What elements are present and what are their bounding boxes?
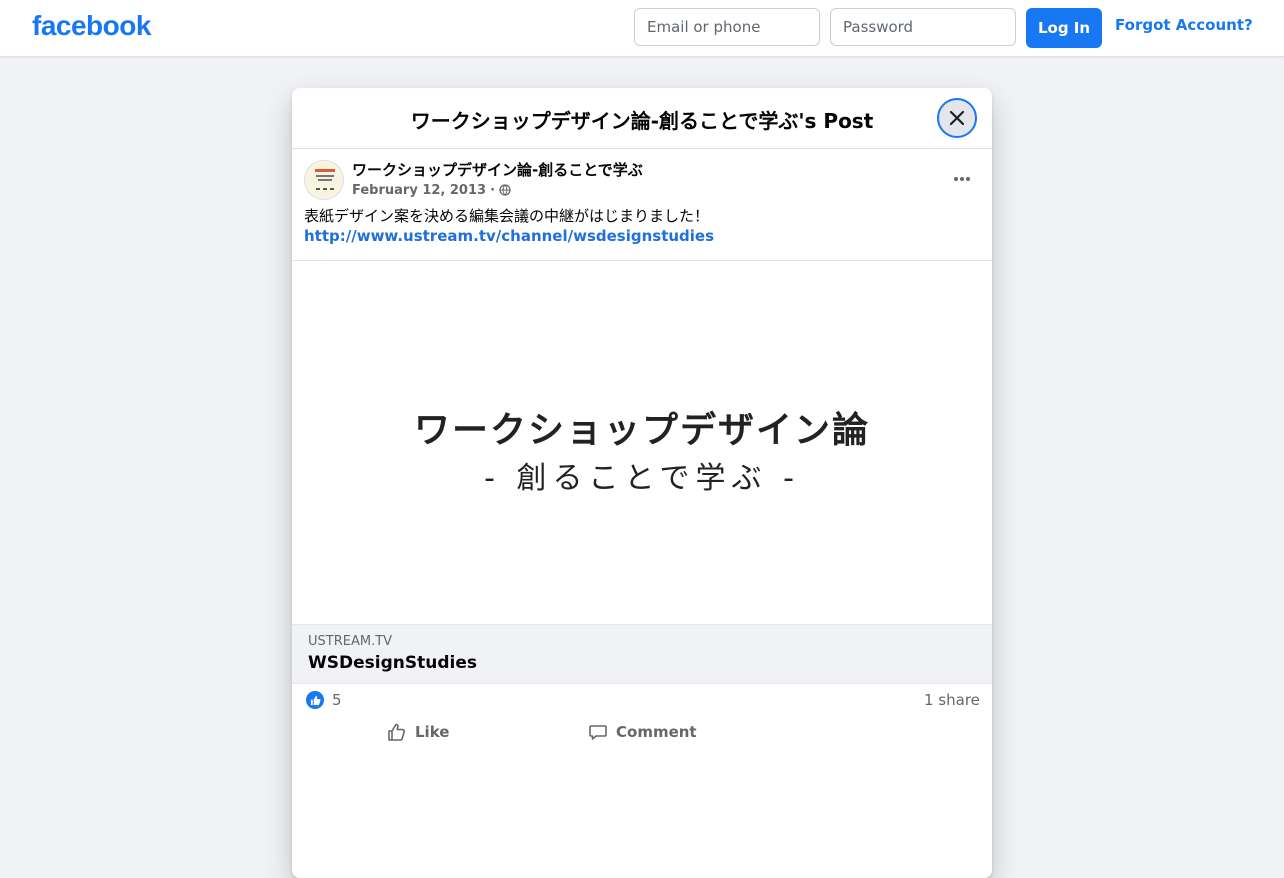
top-navigation-bar: facebook Log In Forgot Account?: [0, 0, 1284, 57]
post-link[interactable]: http://www.ustream.tv/channel/wsdesignst…: [304, 226, 714, 246]
more-options-button[interactable]: [947, 164, 977, 194]
page-avatar[interactable]: [304, 160, 344, 200]
meta-separator: ·: [490, 182, 496, 198]
workshop-design-logo-icon: [305, 161, 343, 199]
like-reaction-icon: [306, 691, 324, 709]
comment-button-label: Comment: [616, 723, 697, 741]
preview-image-title: ワークショップデザイン論: [413, 410, 870, 451]
like-button-label: Like: [415, 723, 450, 741]
post-text: 表紙デザイン案を決める編集会議の中継がはじまりました！: [304, 207, 710, 225]
thumbs-up-icon: [388, 723, 406, 741]
like-count: 5: [332, 691, 342, 709]
close-button[interactable]: [937, 98, 977, 138]
preview-image-subtitle: - 創ることで学ぶ -: [484, 461, 800, 496]
more-horizontal-icon: [954, 177, 970, 181]
dialog-title: ワークショップデザイン論-創ることで学ぶ's Post: [410, 109, 874, 133]
email-field[interactable]: [634, 8, 820, 46]
link-preview-image[interactable]: ワークショップデザイン論 - 創ることで学ぶ -: [292, 260, 992, 625]
forgot-account-link[interactable]: Forgot Account?: [1115, 16, 1253, 34]
post-date[interactable]: February 12, 2013: [352, 183, 486, 198]
login-button[interactable]: Log In: [1026, 8, 1102, 48]
link-preview-caption[interactable]: USTREAM.TV WSDesignStudies: [292, 624, 992, 684]
dialog-header: ワークショップデザイン論-創ることで学ぶ's Post: [292, 88, 992, 149]
post-meta: February 12, 2013 ·: [352, 182, 511, 198]
comment-button[interactable]: Comment: [588, 720, 697, 744]
close-icon: [949, 110, 965, 126]
password-field[interactable]: [830, 8, 1016, 46]
comment-icon: [589, 725, 607, 740]
share-count[interactable]: 1 share: [924, 691, 980, 709]
facebook-logo[interactable]: facebook: [32, 10, 151, 42]
reaction-summary[interactable]: 5: [306, 691, 342, 709]
preview-title: WSDesignStudies: [308, 653, 477, 673]
preview-domain: USTREAM.TV: [308, 634, 393, 649]
post-dialog: ワークショップデザイン論-創ることで学ぶ's Post ワークショップデザイン論…: [292, 88, 992, 878]
globe-icon: [499, 184, 511, 196]
like-button[interactable]: Like: [387, 720, 449, 744]
author-name[interactable]: ワークショップデザイン論-創ることで学ぶ: [352, 159, 643, 180]
